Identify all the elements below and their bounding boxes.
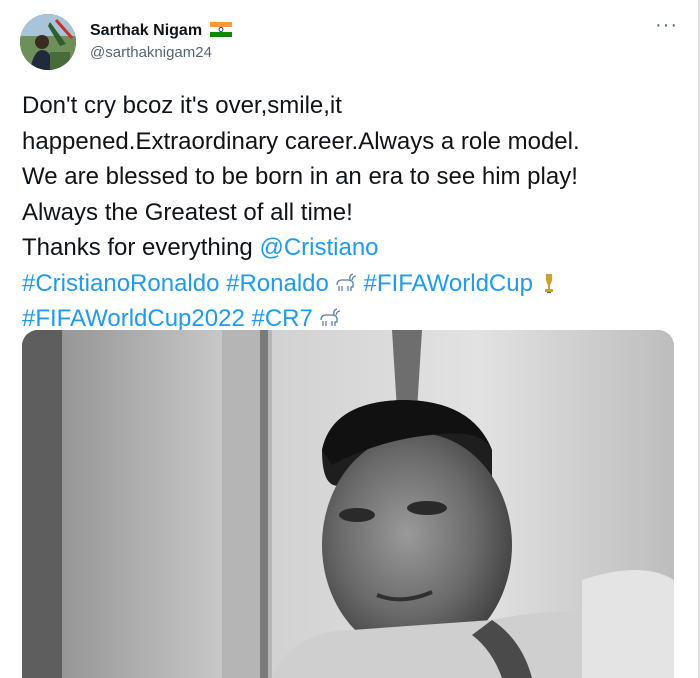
- goat-emoji-icon: [320, 308, 340, 326]
- india-flag-icon: [209, 22, 232, 37]
- avatar[interactable]: [20, 14, 76, 70]
- author-name[interactable]: Sarthak Nigam: [90, 21, 232, 41]
- hashtag-link[interactable]: #CR7: [251, 305, 312, 332]
- tweet-line: We are blessed to be born in an era to s…: [22, 163, 578, 190]
- hashtag-link[interactable]: #CristianoRonaldo: [22, 270, 219, 297]
- hashtag-link[interactable]: #Ronaldo: [226, 270, 329, 297]
- tweet-line: Don't cry bcoz it's over,smile,it: [22, 92, 342, 119]
- tweet-photo[interactable]: [22, 330, 674, 678]
- trophy-emoji-icon: [544, 273, 553, 293]
- tweet-card: Sarthak Nigam @sarthaknigam24 ··· Don't …: [0, 0, 700, 678]
- hashtag-line: #CristianoRonaldo #Ronaldo #FIFAWorldCup: [22, 266, 682, 302]
- mention-link[interactable]: @Cristiano: [259, 234, 378, 261]
- thanks-text: Thanks for everything: [22, 234, 260, 261]
- tweet-line: Always the Greatest of all time!: [22, 198, 353, 226]
- tweet-line-thanks: Thanks for everything @Cristiano: [22, 230, 682, 266]
- tweet-line: happened.Extraordinary career.Always a r…: [22, 127, 580, 155]
- more-options-icon[interactable]: ···: [655, 14, 678, 37]
- hashtag-link[interactable]: #FIFAWorldCup2022: [22, 305, 245, 332]
- hashtag-link[interactable]: #FIFAWorldCup: [364, 270, 533, 297]
- goat-emoji-icon: [336, 272, 356, 291]
- tweet-text: Don't cry bcoz it's over,smile,it happen…: [22, 88, 682, 337]
- author-handle[interactable]: @sarthaknigam24: [90, 44, 212, 62]
- author-name-text[interactable]: Sarthak Nigam: [90, 22, 202, 39]
